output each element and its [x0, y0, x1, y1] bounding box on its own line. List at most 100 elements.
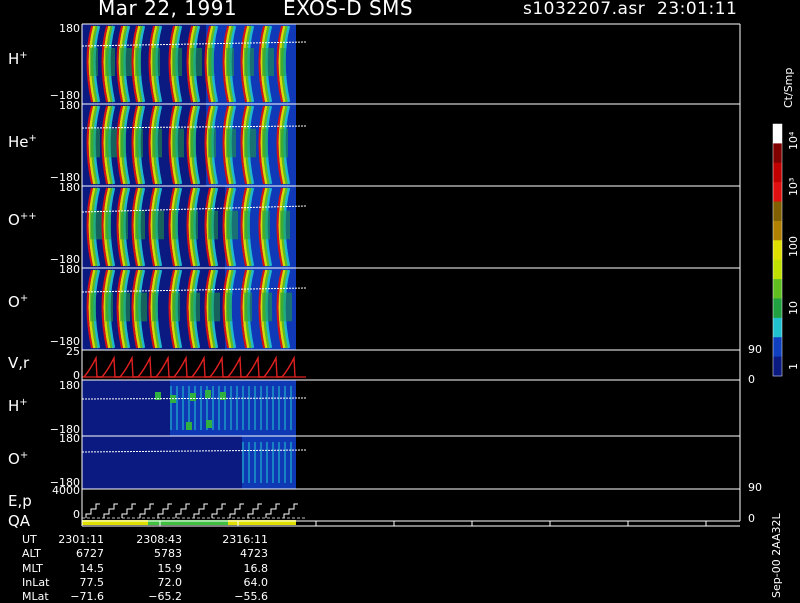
spectrogram-fill — [208, 210, 218, 240]
spectrogram-patch — [205, 390, 211, 398]
spectrogram-streak — [278, 442, 280, 483]
spectrogram-fill — [172, 292, 180, 322]
colorbar-tick-1: 1 — [787, 363, 800, 370]
colorbar-segment — [773, 240, 782, 261]
spectrogram-fill — [172, 210, 178, 240]
spectrogram-fill — [262, 128, 268, 158]
panel-label-h-plus: H+ — [8, 50, 28, 68]
colorbar-tick-1000: 10³ — [787, 177, 800, 196]
spectrogram-fill — [120, 210, 128, 240]
ytick-p2-top: 180 — [59, 99, 80, 112]
spectrogram-fill — [244, 128, 256, 158]
spectrogram-fill — [226, 48, 234, 76]
spectrogram-patch — [206, 420, 212, 428]
eph-inlat-1: 77.5 — [79, 576, 105, 589]
spectrogram-streak — [248, 442, 250, 483]
rtick-p5-bot: 0 — [748, 373, 755, 386]
spectrogram-streak — [176, 386, 178, 430]
colorbar-segment — [773, 259, 782, 280]
eph-ut-1: 2301:11 — [58, 533, 104, 546]
spectrogram-fill — [152, 48, 160, 76]
panel-label-o-plus-2: O+ — [8, 450, 29, 468]
spectrogram-fill — [172, 48, 182, 76]
spectrogram-streak — [200, 386, 202, 430]
ytick-p3-top: 180 — [59, 181, 80, 194]
spectrogram-streak — [248, 386, 250, 430]
spectrogram-fill — [208, 128, 216, 158]
spectrogram-fill — [90, 210, 102, 240]
eph-inlat-3: 64.0 — [243, 576, 269, 589]
colorbar-segment — [773, 220, 782, 241]
colorbar-segment — [773, 182, 782, 203]
colorbar-segment — [773, 279, 782, 299]
panel-label-h-plus-2: H+ — [8, 397, 28, 415]
eph-ut-2: 2308:43 — [136, 533, 182, 546]
energy-trace — [85, 503, 298, 518]
spectrogram-fill — [190, 48, 202, 76]
spectrogram-patch — [186, 422, 192, 430]
spectrogram-fill — [262, 210, 270, 240]
spectrogram-patch — [190, 393, 196, 401]
spectrogram-fill — [120, 48, 132, 76]
spectrogram-streak — [272, 386, 274, 430]
spectrogram-streak — [290, 386, 292, 430]
eph-label-mlt: MLT — [22, 562, 43, 575]
rtick-p8-bot: 0 — [748, 512, 755, 525]
spectrogram-fill — [244, 48, 254, 76]
ytick-p5-top: 25 — [66, 345, 80, 358]
spectrogram-fill — [135, 48, 141, 76]
rtick-p5-top: 90 — [748, 343, 762, 356]
colorbar-unit: Ct/Smp — [782, 67, 795, 108]
colorbar-tick-100: 100 — [787, 236, 800, 257]
colorbar-tick-10000: 10⁴ — [787, 131, 800, 150]
spectrogram-fill — [190, 128, 196, 158]
eph-label-ut: UT — [22, 533, 37, 546]
spectrogram-fill — [280, 292, 292, 322]
spectrogram-streak — [170, 386, 172, 430]
eph-mlt-3: 16.8 — [243, 562, 269, 575]
spectrogram-plot — [81, 23, 783, 527]
panel-label-o-plusplus: O++ — [8, 211, 37, 229]
spectrogram-fill — [244, 210, 250, 240]
eph-alt-2: 5783 — [154, 547, 182, 560]
panel-label-vr: V,r — [8, 354, 30, 372]
colorbar-segment — [773, 201, 782, 222]
spectrogram-fill — [105, 210, 111, 240]
panel-label-o-plus: O+ — [8, 293, 29, 311]
spectrogram-streak — [284, 386, 286, 430]
eph-label-alt: ALT — [22, 547, 41, 560]
spectrogram-fill — [190, 210, 198, 240]
colorbar-segment — [773, 124, 782, 144]
ytick-p1-top: 180 — [59, 22, 80, 35]
spectrogram-region — [242, 436, 296, 489]
spectrogram-streak — [260, 442, 262, 483]
spectrogram-streak — [254, 442, 256, 483]
eph-mlt-2: 15.9 — [157, 562, 183, 575]
spectrogram-fill — [226, 292, 232, 322]
eph-ut-3: 2316:11 — [222, 533, 268, 546]
velocity-trace — [83, 355, 296, 378]
spectrogram-fill — [262, 292, 272, 322]
eph-alt-3: 4723 — [240, 547, 268, 560]
spectrogram-streak — [254, 386, 256, 430]
spectrogram-fill — [262, 48, 274, 76]
spectrogram-fill — [90, 292, 96, 322]
colorbar-segment — [773, 317, 782, 338]
spectrogram-streak — [242, 386, 244, 430]
colorbar-segment — [773, 337, 782, 358]
spectrogram-streak — [212, 386, 214, 430]
spectrogram-fill — [244, 292, 252, 322]
spectrogram-streak — [194, 386, 196, 430]
spectrogram-fill — [226, 210, 238, 240]
ytick-p4-top: 180 — [59, 263, 80, 276]
eph-inlat-2: 72.0 — [157, 576, 183, 589]
spectrogram-fill — [135, 128, 143, 158]
ytick-p7-top: 180 — [59, 432, 80, 445]
spectrogram-fill — [152, 292, 158, 322]
spectrogram-fill — [120, 292, 130, 322]
rtick-p8-top: 90 — [748, 481, 762, 494]
spectrogram-fill — [90, 48, 98, 76]
spectrogram-fill — [208, 292, 220, 322]
spectrogram-fill — [120, 128, 126, 158]
spectrogram-fill — [208, 48, 214, 76]
